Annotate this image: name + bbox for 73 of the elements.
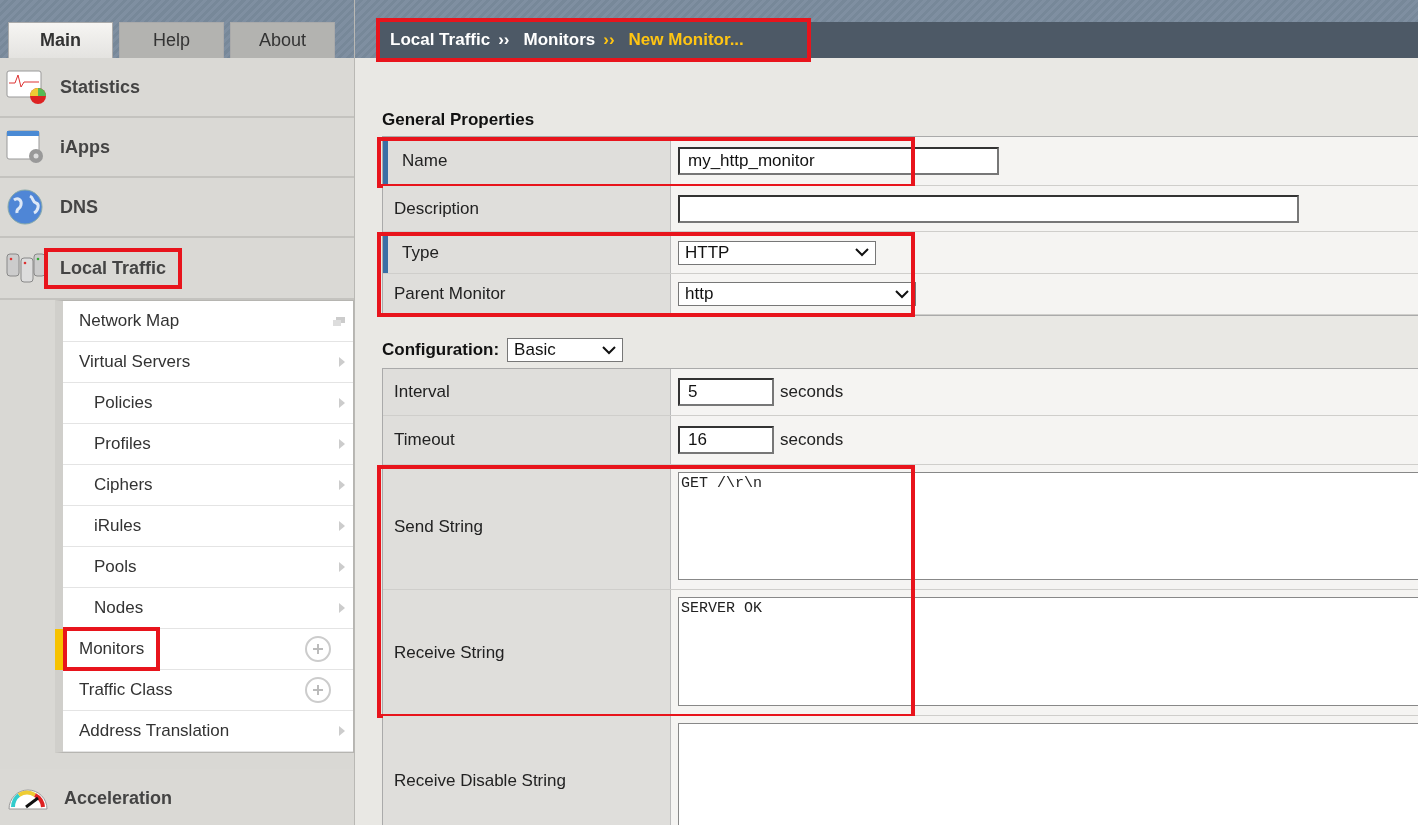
- section-label: DNS: [59, 195, 99, 219]
- tab[interactable]: Help: [119, 22, 224, 58]
- unit-label: seconds: [780, 382, 844, 402]
- unit-label: seconds: [780, 430, 844, 450]
- nav-item[interactable]: Monitors: [63, 629, 353, 670]
- nav-label: Pools: [93, 556, 138, 578]
- nav-item[interactable]: Address Translation: [63, 711, 353, 752]
- globe-icon: [6, 188, 46, 226]
- arrow-right-icon: [339, 357, 345, 367]
- nav-item[interactable]: Nodes: [63, 588, 353, 629]
- field-label: Description: [383, 186, 671, 231]
- breadcrumb-item: New Monitor...: [627, 30, 745, 50]
- arrow-right-icon: [339, 439, 345, 449]
- section-label: iApps: [59, 135, 111, 159]
- nav-item[interactable]: Policies: [63, 383, 353, 424]
- section-label: Local Traffic: [44, 247, 183, 289]
- nav-label: Traffic Class: [78, 679, 174, 701]
- text-input[interactable]: my_http_monitor: [678, 147, 999, 175]
- chart-icon: [6, 69, 46, 105]
- breadcrumb-separator: ››: [497, 30, 511, 50]
- arrow-right-icon: [339, 398, 345, 408]
- app-window-icon: [6, 129, 46, 165]
- nav-item[interactable]: Pools: [63, 547, 353, 588]
- nav-label: Network Map: [78, 310, 181, 332]
- arrow-right-icon: [339, 603, 345, 613]
- dropdown[interactable]: HTTP: [678, 240, 876, 265]
- nav-label: Nodes: [93, 597, 145, 619]
- nav-item[interactable]: Profiles: [63, 424, 353, 465]
- nav-item[interactable]: Network Map: [63, 301, 353, 342]
- arrow-right-icon: [339, 562, 345, 572]
- nav-item[interactable]: iRules: [63, 506, 353, 547]
- text-input[interactable]: [678, 194, 1299, 223]
- arrow-right-icon: [339, 480, 345, 490]
- nav-item[interactable]: Virtual Servers: [63, 342, 353, 383]
- text-area[interactable]: [678, 723, 1418, 825]
- nav-label: Ciphers: [93, 474, 154, 496]
- add-circle-icon[interactable]: [305, 636, 331, 662]
- number-input[interactable]: 16: [678, 426, 774, 454]
- arrow-right-icon: [339, 521, 345, 531]
- dropdown[interactable]: Basic: [507, 338, 624, 362]
- tab[interactable]: About: [230, 22, 335, 58]
- nav-label: Virtual Servers: [78, 351, 192, 373]
- nav-item[interactable]: Ciphers: [63, 465, 353, 506]
- chevron-down-icon: [855, 248, 869, 257]
- number-input[interactable]: 5: [678, 378, 774, 406]
- nav-label: Profiles: [93, 433, 152, 455]
- text-area[interactable]: SERVER OK: [678, 597, 1418, 706]
- highlighted-label: Monitors: [63, 627, 161, 671]
- chevron-down-icon: [602, 345, 617, 355]
- add-circle-icon[interactable]: [305, 677, 331, 703]
- chevron-down-icon: [895, 289, 909, 299]
- section-label: Acceleration: [63, 786, 174, 810]
- field-label: Interval: [383, 369, 671, 415]
- section-heading: Configuration:: [382, 340, 500, 360]
- field-label: Receive Disable String: [383, 716, 671, 825]
- nav-item[interactable]: Traffic Class: [63, 670, 353, 711]
- breadcrumb-separator: ››: [602, 30, 616, 50]
- servers-icon: [6, 250, 46, 286]
- field-label: Timeout: [383, 416, 671, 464]
- text-area[interactable]: GET /\r\n: [678, 472, 1418, 580]
- dropdown[interactable]: http: [678, 282, 916, 306]
- nav-label: iRules: [93, 515, 143, 537]
- arrow-right-icon: [339, 726, 345, 736]
- breadcrumb-item[interactable]: Local Traffic: [380, 30, 495, 50]
- breadcrumb-item[interactable]: Monitors: [513, 30, 600, 50]
- tab[interactable]: Main: [8, 22, 113, 58]
- section-heading: General Properties: [382, 110, 536, 130]
- field-label: Receive String: [383, 590, 671, 715]
- popout-icon[interactable]: [333, 316, 345, 326]
- field-label: Parent Monitor: [383, 274, 671, 314]
- nav-label: Policies: [93, 392, 154, 414]
- section-label: Statistics: [59, 75, 142, 99]
- nav-label: Address Translation: [78, 720, 231, 742]
